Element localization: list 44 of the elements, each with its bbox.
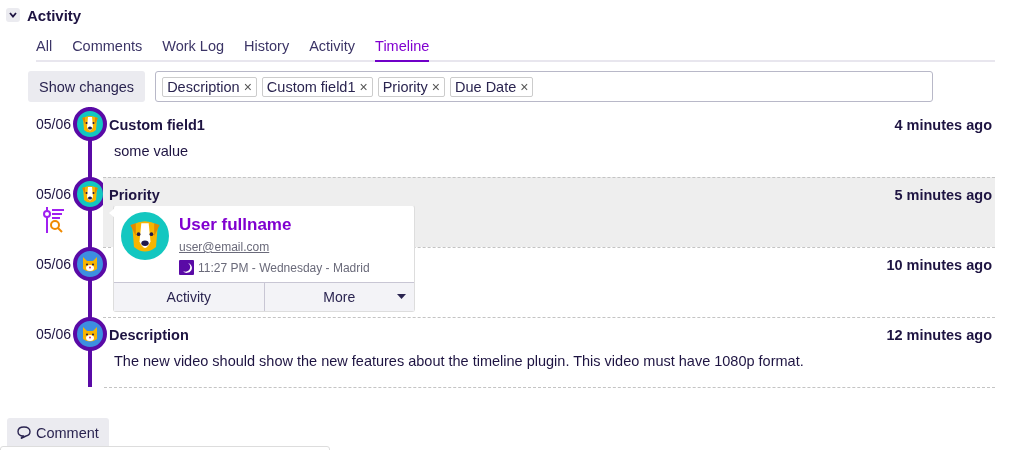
remove-tag-button[interactable]: × — [520, 78, 529, 95]
tab[interactable]: Comments — [72, 35, 143, 62]
tag-label: Custom field1 — [266, 78, 356, 95]
caret-icon — [397, 294, 406, 299]
tab[interactable]: Activity — [309, 35, 356, 62]
section-title: Activity — [27, 6, 82, 24]
user-avatar[interactable] — [73, 107, 107, 141]
user-avatar[interactable] — [73, 317, 107, 351]
remove-tag-button[interactable]: × — [431, 78, 440, 95]
show-changes-button[interactable]: Show changes — [28, 71, 146, 102]
entry-title: Priority — [109, 187, 160, 203]
more-dropdown-button[interactable]: More — [263, 283, 414, 311]
entry-date: 05/06 — [36, 115, 72, 132]
tab[interactable]: All — [36, 35, 53, 62]
user-name: User fullname — [179, 215, 293, 235]
activity-button[interactable]: Activity — [114, 283, 264, 311]
user-avatar[interactable] — [73, 247, 107, 281]
tag-label: Description — [167, 78, 240, 95]
entry-content: The new video should show the new features about the timeline plugin. This video must have 1080p format. — [114, 353, 805, 369]
remove-tag-button[interactable]: × — [359, 78, 368, 95]
entry-time: 12 minutes ago — [886, 327, 992, 343]
user-email-link[interactable]: user@email.com — [179, 240, 370, 254]
entry-date: 05/06 — [36, 255, 72, 272]
chevron-icon — [9, 12, 17, 18]
entry-content: some value — [114, 143, 190, 159]
entry-time: 10 minutes ago — [886, 257, 992, 273]
filter-field[interactable]: Description × Custom field1 × Priority × Due Date × — [155, 71, 934, 102]
tab[interactable]: Timeline — [375, 35, 430, 62]
comment-button[interactable]: Comment — [7, 418, 109, 447]
entry-date: 05/06 — [36, 185, 72, 202]
speech-bubble-icon — [17, 426, 31, 439]
tab[interactable]: History — [244, 35, 290, 62]
entry-title: Description — [109, 327, 189, 343]
tab[interactable]: Work Log — [162, 35, 225, 62]
entry-title: Custom field1 — [109, 117, 205, 133]
entry-date: 05/06 — [36, 325, 72, 342]
tag-label: Priority — [382, 78, 428, 95]
entry-time: 4 minutes ago — [894, 117, 992, 133]
moon-icon — [179, 260, 194, 275]
tag-label: Due Date — [455, 78, 517, 95]
entry-time: 5 minutes ago — [894, 187, 992, 203]
local-time: 11:27 PM - Wednesday - Madrid — [198, 260, 370, 275]
collapse-toggle[interactable] — [6, 8, 20, 22]
remove-tag-button[interactable]: × — [243, 78, 252, 95]
